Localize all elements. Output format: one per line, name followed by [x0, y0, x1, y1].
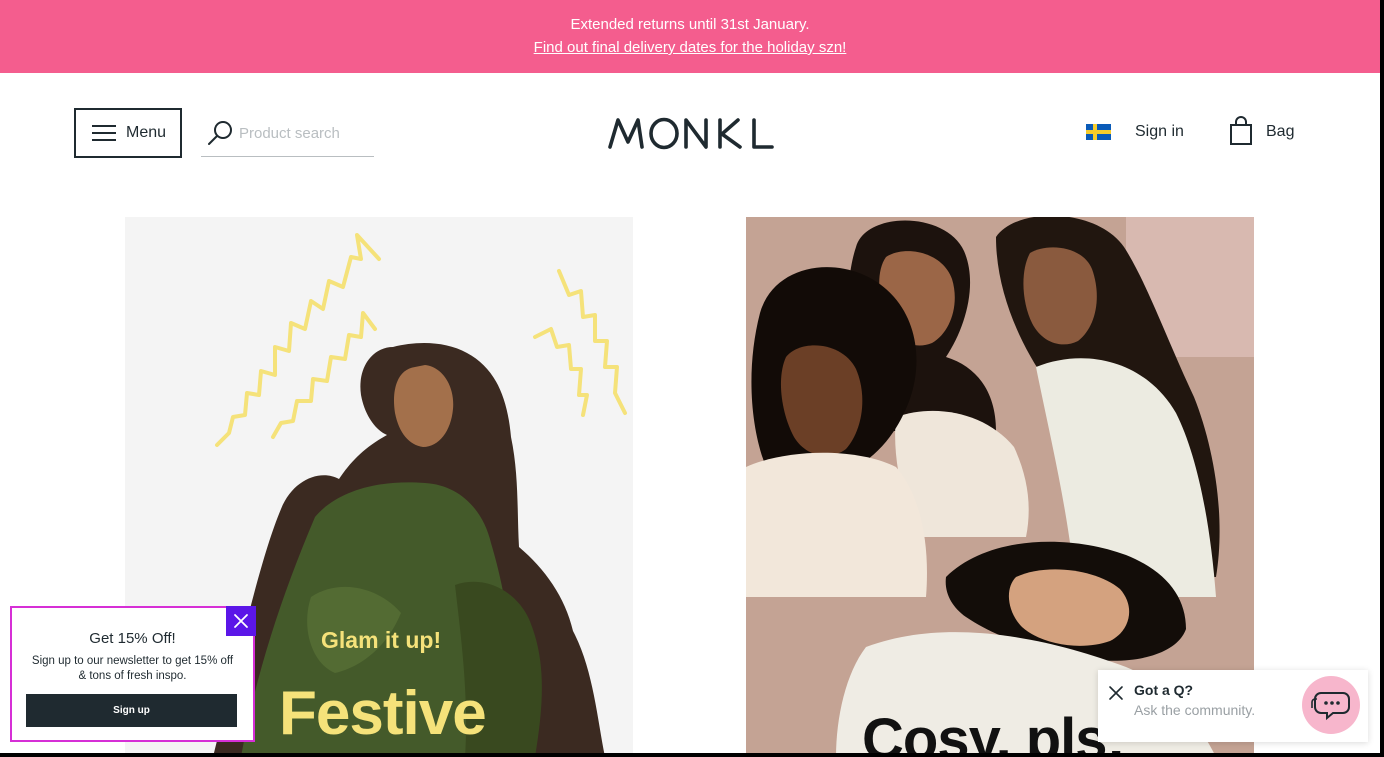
hamburger-icon: [92, 125, 116, 141]
newsletter-title: Get 15% Off!: [89, 630, 176, 647]
menu-button[interactable]: Menu: [74, 108, 182, 158]
chat-bubble-icon: [1311, 692, 1350, 721]
menu-label: Menu: [126, 124, 167, 141]
bag-link[interactable]: Bag: [1266, 123, 1294, 141]
festive-headline: Festive: [279, 679, 487, 748]
monki-logo-mark: [608, 117, 774, 150]
newsletter-popup: Get 15% Off! Sign up to our newsletter t…: [10, 606, 256, 742]
product-search[interactable]: [201, 114, 374, 157]
search-icon: [208, 121, 232, 145]
page: Extended returns until 31st January. Fin…: [0, 0, 1384, 757]
festive-kicker: Glam it up!: [321, 627, 442, 653]
newsletter-body: Sign up to our newsletter to get 15% off…: [31, 655, 234, 682]
promo-returns-text: Extended returns until 31st January.: [570, 16, 810, 33]
chat-close-icon[interactable]: [1108, 685, 1124, 701]
search-input[interactable]: [239, 122, 371, 144]
shopping-bag-icon[interactable]: [1229, 116, 1253, 146]
newsletter-signup-button[interactable]: Sign up: [26, 694, 237, 727]
cosy-headline: Cosy, pls:: [862, 707, 1126, 757]
chat-open-button[interactable]: [1302, 676, 1360, 734]
window-edge-right: [1380, 0, 1384, 757]
community-chat-widget: Got a Q? Ask the community.: [1098, 670, 1368, 742]
chat-subtitle: Ask the community.: [1134, 702, 1256, 718]
promo-banner: Extended returns until 31st January. Fin…: [0, 0, 1380, 73]
delivery-dates-link[interactable]: Find out final delivery dates for the ho…: [534, 39, 847, 56]
close-icon: [234, 614, 248, 628]
chat-title: Got a Q?: [1134, 682, 1194, 698]
window-edge-bottom: [0, 753, 1384, 757]
sign-in-link[interactable]: Sign in: [1135, 123, 1184, 141]
sweden-flag-icon[interactable]: [1086, 124, 1111, 140]
